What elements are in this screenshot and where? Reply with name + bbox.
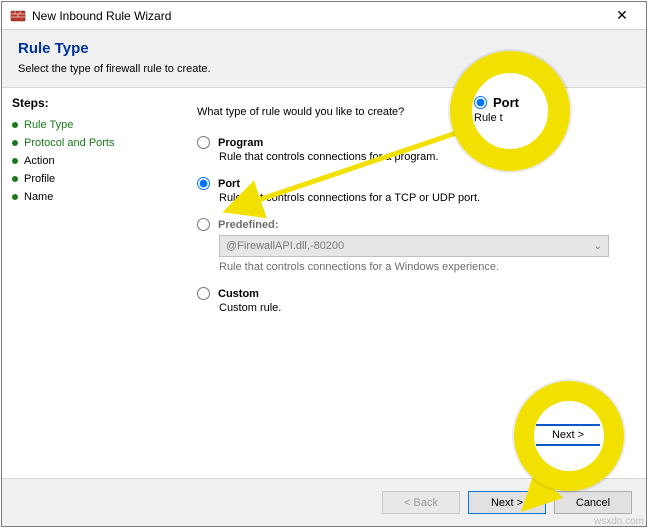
- option-label: Port: [218, 178, 240, 190]
- step-protocol-and-ports[interactable]: Protocol and Ports: [12, 134, 167, 152]
- steps-label: Steps:: [12, 96, 167, 110]
- option-desc: Rule that controls connections for a TCP…: [219, 192, 628, 204]
- radio-custom[interactable]: [197, 287, 210, 300]
- step-bullet-icon: [12, 194, 18, 200]
- page-title: Rule Type: [18, 40, 630, 57]
- next-button[interactable]: Next >: [468, 491, 546, 514]
- radio-predefined[interactable]: [197, 218, 210, 231]
- option-port-row[interactable]: Port: [197, 177, 628, 190]
- step-label: Profile: [24, 173, 55, 185]
- option-custom-row[interactable]: Custom: [197, 287, 628, 300]
- step-rule-type[interactable]: Rule Type: [12, 116, 167, 134]
- option-program-row[interactable]: Program: [197, 136, 628, 149]
- step-name: Name: [12, 188, 167, 206]
- titlebar: New Inbound Rule Wizard ✕: [2, 2, 646, 30]
- option-predefined-row[interactable]: Predefined:: [197, 218, 628, 231]
- dropdown-value: @FirewallAPI.dll,-80200: [226, 240, 344, 252]
- prompt-text: What type of rule would you like to crea…: [197, 106, 628, 118]
- wizard-window: New Inbound Rule Wizard ✕ Rule Type Sele…: [1, 1, 647, 527]
- option-predefined: Predefined: @FirewallAPI.dll,-80200 ⌄ Ru…: [197, 218, 628, 273]
- steps-sidebar: Steps: Rule Type Protocol and Ports Acti…: [2, 88, 177, 478]
- option-desc: Custom rule.: [219, 302, 628, 314]
- radio-port[interactable]: [197, 177, 210, 190]
- option-port: Port Rule that controls connections for …: [197, 177, 628, 204]
- body: Steps: Rule Type Protocol and Ports Acti…: [2, 87, 646, 478]
- option-label: Custom: [218, 288, 259, 300]
- option-desc: Rule that controls connections for a pro…: [219, 151, 628, 163]
- step-bullet-icon: [12, 122, 18, 128]
- step-bullet-icon: [12, 158, 18, 164]
- footer: < Back Next > Cancel: [2, 478, 646, 526]
- option-custom: Custom Custom rule.: [197, 287, 628, 314]
- option-desc: Rule that controls connections for a Win…: [219, 261, 628, 273]
- step-action: Action: [12, 152, 167, 170]
- step-profile: Profile: [12, 170, 167, 188]
- watermark: wsxdn.com: [594, 516, 644, 527]
- step-label[interactable]: Rule Type: [24, 119, 73, 131]
- back-button: < Back: [382, 491, 460, 514]
- step-bullet-icon: [12, 140, 18, 146]
- step-label[interactable]: Protocol and Ports: [24, 137, 115, 149]
- step-bullet-icon: [12, 176, 18, 182]
- option-program: Program Rule that controls connections f…: [197, 136, 628, 163]
- main-panel: What type of rule would you like to crea…: [177, 88, 646, 478]
- header: Rule Type Select the type of firewall ru…: [2, 30, 646, 87]
- predefined-dropdown: @FirewallAPI.dll,-80200 ⌄: [219, 235, 609, 257]
- step-label: Name: [24, 191, 53, 203]
- window-title: New Inbound Rule Wizard: [32, 9, 602, 23]
- step-label: Action: [24, 155, 55, 167]
- close-button[interactable]: ✕: [602, 2, 642, 30]
- chevron-down-icon: ⌄: [594, 241, 602, 252]
- cancel-button[interactable]: Cancel: [554, 491, 632, 514]
- radio-program[interactable]: [197, 136, 210, 149]
- page-subtitle: Select the type of firewall rule to crea…: [18, 63, 630, 75]
- firewall-icon: [10, 8, 26, 24]
- option-label: Program: [218, 137, 263, 149]
- option-label: Predefined:: [218, 219, 279, 231]
